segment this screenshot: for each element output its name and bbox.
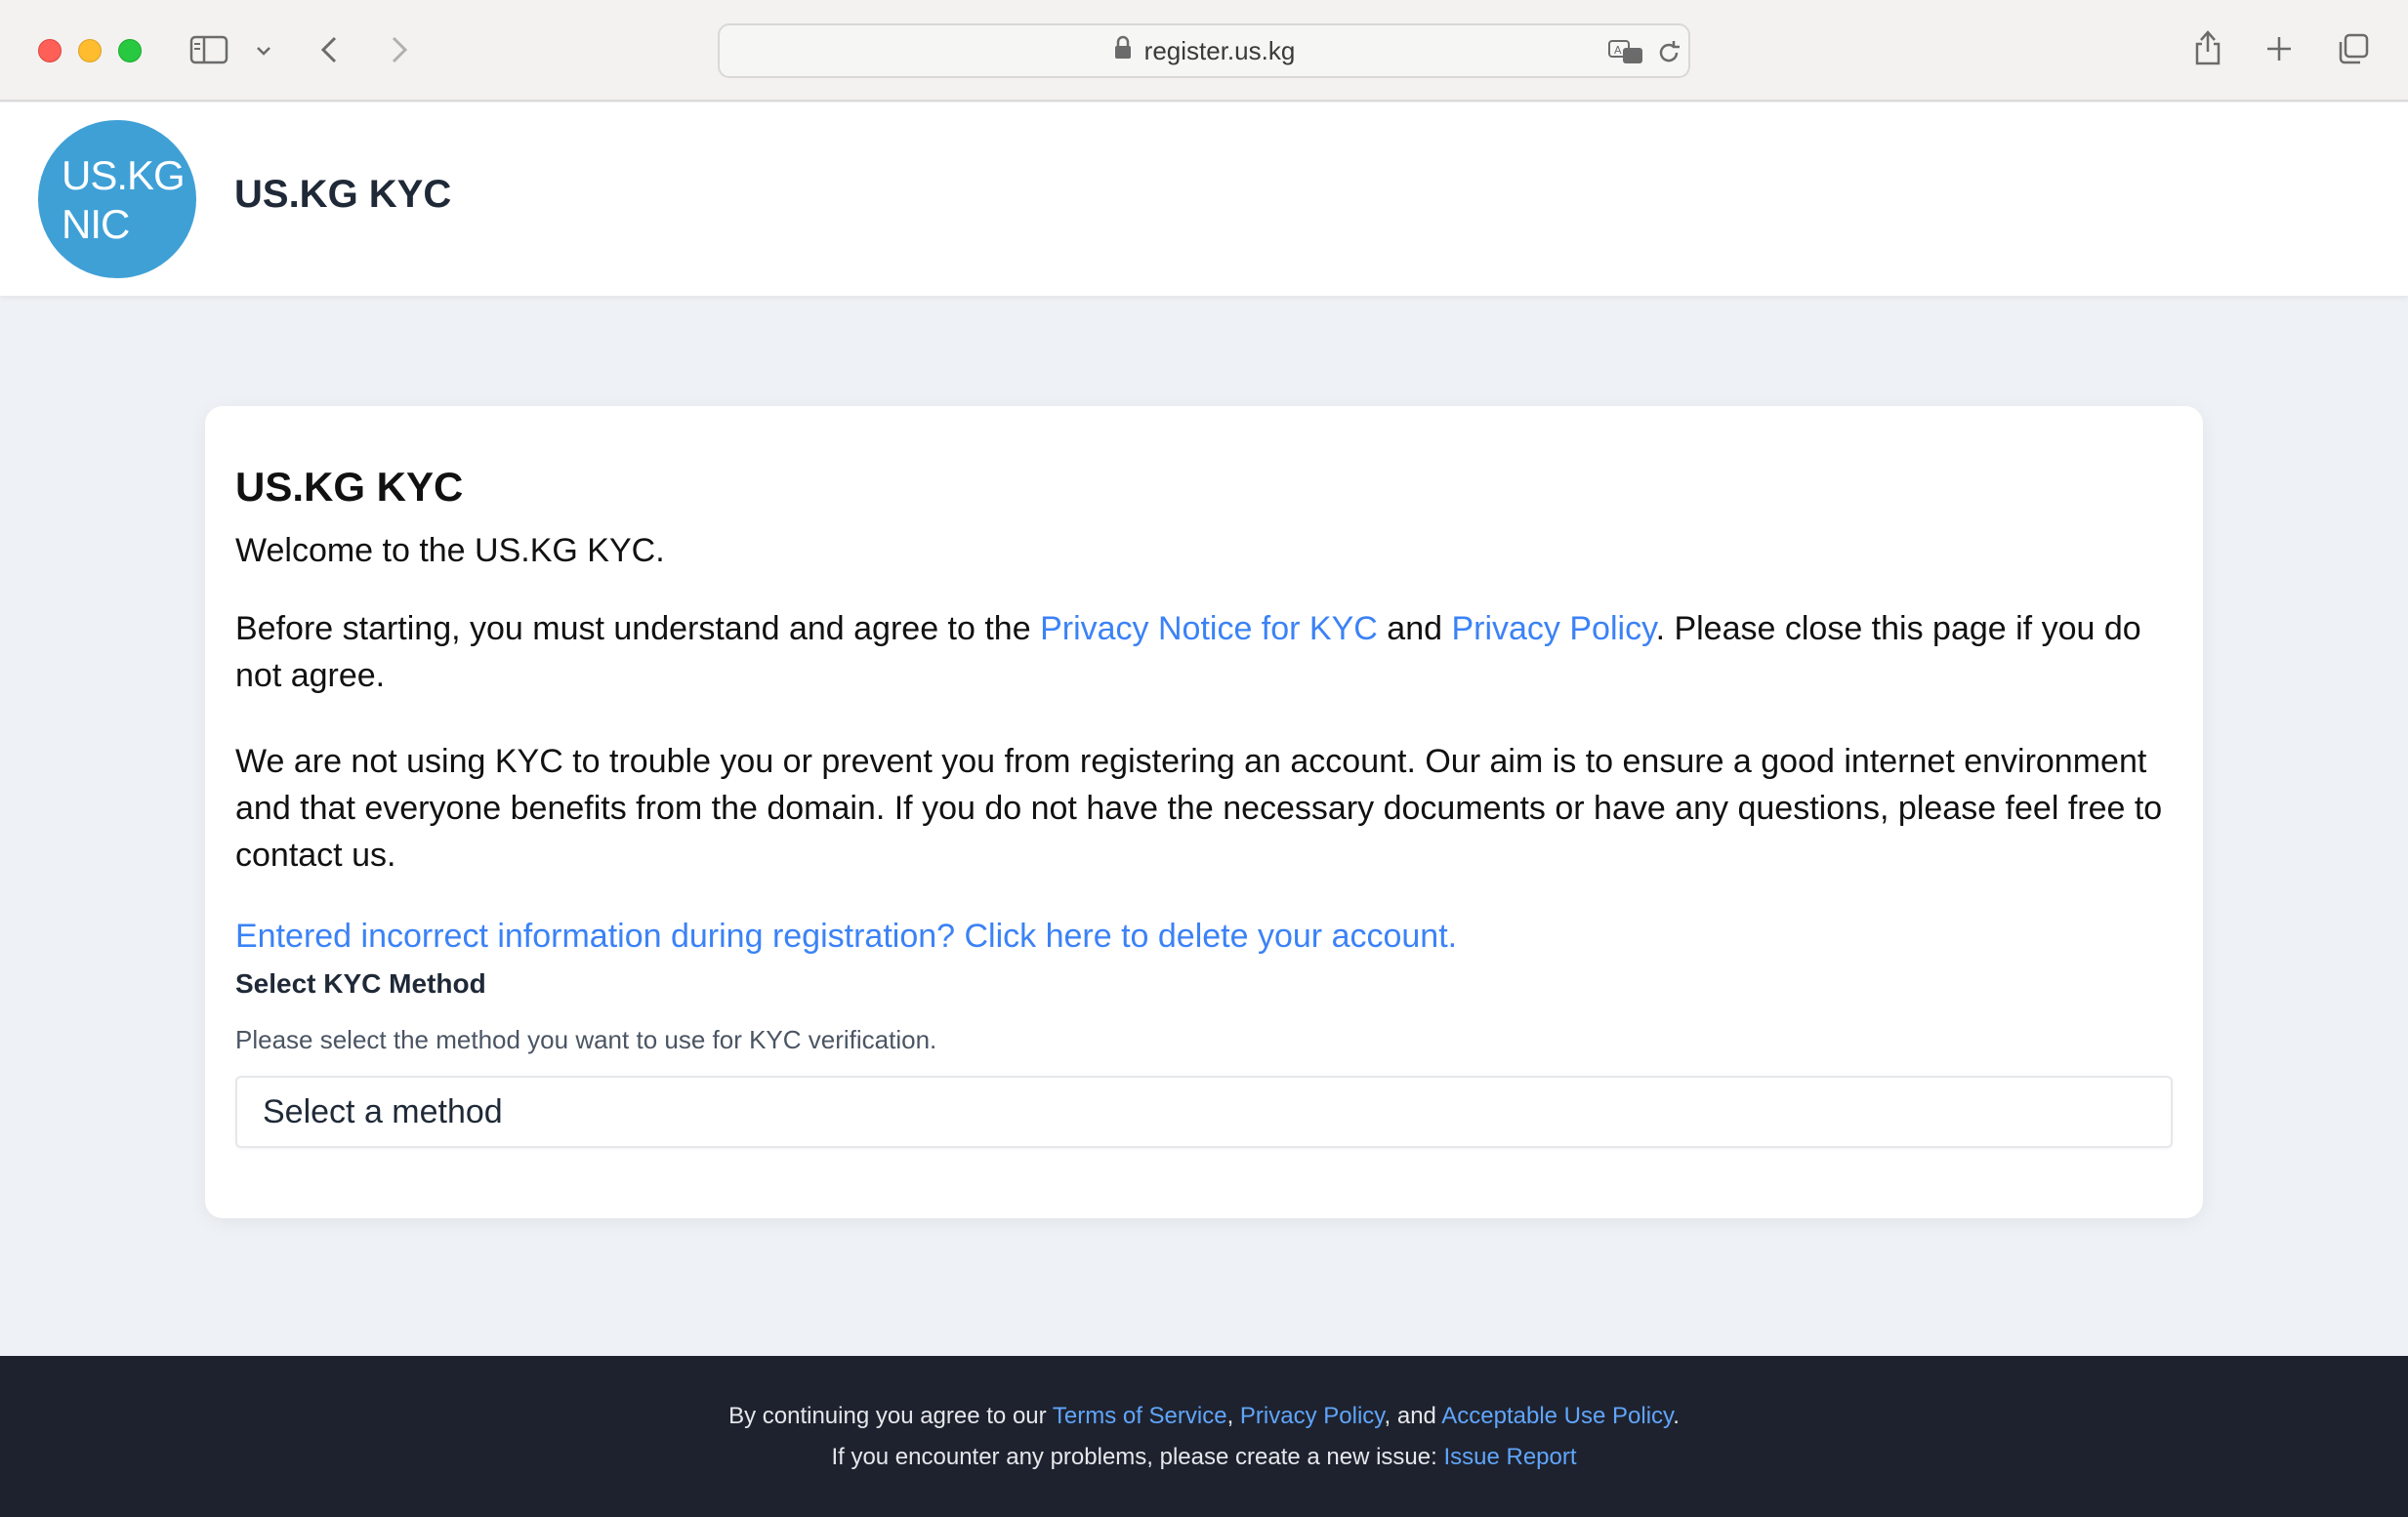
address-bar[interactable]: register.us.kg A [718, 23, 1690, 78]
privacy-policy-link[interactable]: Privacy Policy [1451, 610, 1655, 647]
new-tab-icon[interactable] [2263, 33, 2295, 64]
footer-and: , and [1384, 1403, 1442, 1429]
kyc-aim-text: We are not using KYC to trouble you or p… [235, 743, 2163, 874]
terms-of-service-link[interactable]: Terms of Service [1053, 1403, 1227, 1429]
issue-report-link[interactable]: Issue Report [1443, 1444, 1576, 1470]
reload-icon[interactable] [1653, 37, 1684, 68]
kyc-method-select-value: Select a method [263, 1092, 503, 1130]
footer-period: . [1673, 1403, 1680, 1429]
footer-line2-before: If you encounter any problems, please cr… [831, 1444, 1444, 1470]
footer-line1-before: By continuing you agree to our [728, 1403, 1053, 1429]
kyc-method-help: Please select the method you want to use… [235, 1025, 937, 1054]
back-arrow-icon[interactable] [314, 31, 344, 68]
kyc-method-label: Select KYC Method [235, 968, 486, 999]
footer-issue-line: If you encounter any problems, please cr… [0, 1444, 2408, 1471]
translate-icon[interactable]: A [1606, 37, 1645, 66]
tab-overview-icon[interactable] [2336, 31, 2371, 66]
forward-arrow-icon[interactable] [385, 31, 414, 68]
agreement-text-before: Before starting, you must understand and… [235, 610, 1041, 647]
maximize-window-button[interactable] [118, 39, 142, 62]
chevron-down-icon[interactable] [252, 39, 275, 62]
card-title: US.KG KYC [235, 464, 464, 510]
agreement-text: Before starting, you must understand and… [235, 605, 2173, 699]
footer-privacy-policy-link[interactable]: Privacy Policy [1240, 1403, 1385, 1429]
site-title: US.KG KYC [234, 173, 452, 216]
delete-account-link[interactable]: Entered incorrect information during reg… [235, 918, 1457, 956]
kyc-card: US.KG KYC Welcome to the US.KG KYC. Befo… [205, 406, 2203, 1218]
kyc-method-select[interactable]: Select a method [235, 1076, 2173, 1148]
svg-text:A: A [1614, 44, 1622, 57]
sidebar-icon[interactable] [187, 33, 230, 66]
agreement-text-and: and [1377, 610, 1452, 647]
site-header: US.KG NIC US.KG KYC [0, 102, 2408, 296]
privacy-notice-link[interactable]: Privacy Notice for KYC [1040, 610, 1378, 647]
acceptable-use-policy-link[interactable]: Acceptable Use Policy [1441, 1403, 1673, 1429]
welcome-text: Welcome to the US.KG KYC. [235, 532, 665, 569]
browser-toolbar: register.us.kg A [0, 0, 2408, 102]
us-kg-nic-logo[interactable]: US.KG NIC [38, 120, 196, 278]
minimize-window-button[interactable] [78, 39, 102, 62]
url-text: register.us.kg [1143, 35, 1296, 65]
share-icon[interactable] [2191, 27, 2224, 68]
site-footer: By continuing you agree to our Terms of … [0, 1356, 2408, 1517]
footer-agreement-line: By continuing you agree to our Terms of … [0, 1403, 2408, 1430]
footer-comma: , [1226, 1403, 1240, 1429]
close-window-button[interactable] [38, 39, 62, 62]
logo-line-1: US.KG [62, 152, 186, 198]
lock-icon [1113, 35, 1133, 67]
logo-line-2: NIC [62, 201, 130, 247]
